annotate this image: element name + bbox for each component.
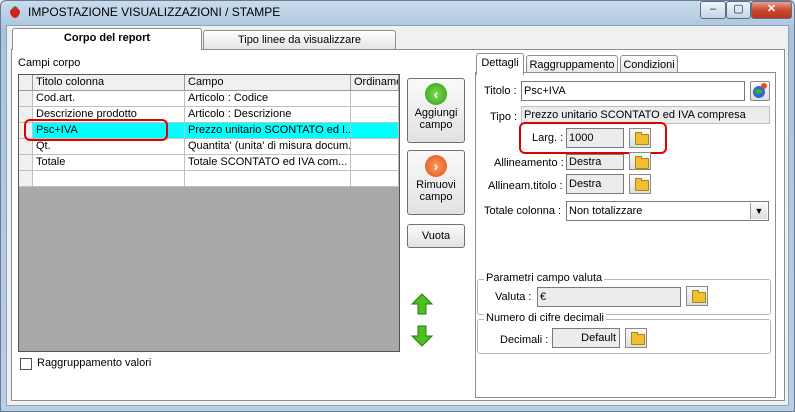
row-indicator-header [19, 75, 33, 91]
left-arrow-icon: ‹ [425, 83, 447, 105]
decimali-label: Decimali : [500, 334, 549, 346]
decimali-folder-button[interactable] [625, 328, 647, 348]
cell-campo[interactable]: Prezzo unitario SCONTATO ed I... [185, 123, 351, 139]
add-field-button[interactable]: ‹ Aggiungi campo [407, 78, 465, 143]
move-down-button[interactable] [410, 324, 434, 348]
cell-ordinamento[interactable] [351, 107, 399, 123]
folder-icon [635, 156, 649, 169]
allineam-titolo-input[interactable]: Destra [566, 174, 624, 194]
cell-ordinamento[interactable] [351, 155, 399, 171]
column-header-ordinamento[interactable]: Ordinamento [351, 75, 399, 91]
table-row[interactable]: Cod.art. Articolo : Codice [19, 91, 399, 107]
grid-header-row: Titolo colonna Campo Ordinamento [19, 75, 399, 91]
table-row-new[interactable] [19, 171, 399, 187]
tab-dettagli[interactable]: Dettagli [476, 53, 524, 75]
allineam-titolo-folder-button[interactable] [629, 174, 651, 194]
tab-tipo-linee[interactable]: Tipo linee da visualizzare [203, 30, 396, 50]
valuta-group-title: Parametri campo valuta [484, 272, 605, 284]
table-row[interactable]: Qt. Quantita' (unita' di misura docum... [19, 139, 399, 155]
down-arrow-icon [410, 325, 434, 347]
add-field-label: Aggiungi [414, 107, 458, 119]
allineamento-folder-button[interactable] [629, 152, 651, 170]
decimali-input[interactable]: Default [552, 328, 620, 348]
red-highlight-larg [519, 122, 667, 154]
remove-field-label-2: campo [419, 191, 453, 203]
close-icon: ✕ [766, 3, 777, 15]
cell-campo[interactable]: Articolo : Codice [185, 91, 351, 107]
decimali-group-title: Numero di cifre decimali [484, 312, 606, 324]
cell-ordinamento[interactable] [351, 171, 399, 187]
globe-icon [753, 83, 767, 98]
allineam-titolo-label: Allineam.titolo : [488, 180, 563, 192]
cell-campo[interactable]: Totale SCONTATO ed IVA com... [185, 155, 351, 171]
totale-colonna-value: Non totalizzare [569, 205, 643, 217]
cell-campo[interactable]: Articolo : Descrizione [185, 107, 351, 123]
move-up-button[interactable] [410, 292, 434, 316]
valuta-folder-button[interactable] [686, 286, 708, 306]
allineamento-input[interactable]: Destra [566, 154, 624, 170]
fields-grid[interactable]: Titolo colonna Campo Ordinamento Cod.art… [18, 74, 400, 352]
grouping-checkbox-label: Raggruppamento valori [37, 357, 152, 369]
totale-colonna-select[interactable]: Non totalizzare ▼ [566, 201, 769, 221]
cell-titolo[interactable]: Totale [33, 155, 185, 171]
minimize-button[interactable]: – [700, 1, 726, 19]
titolo-label: Titolo : [484, 85, 517, 97]
globe-button[interactable] [750, 81, 770, 101]
totale-colonna-label: Totale colonna : [484, 205, 562, 217]
red-highlight-row [24, 119, 168, 141]
remove-field-label: Rimuovi [416, 179, 456, 191]
cell-campo[interactable]: Quantita' (unita' di misura docum... [185, 139, 351, 155]
close-button[interactable]: ✕ [751, 1, 792, 19]
window-title: IMPOSTAZIONE VISUALIZZAZIONI / STAMPE [28, 5, 281, 19]
row-indicator[interactable] [19, 139, 33, 155]
remove-field-button[interactable]: › Rimuovi campo [407, 150, 465, 215]
cell-titolo[interactable]: Qt. [33, 139, 185, 155]
grouping-checkbox[interactable] [20, 358, 32, 370]
column-header-titolo[interactable]: Titolo colonna [33, 75, 185, 91]
cell-ordinamento[interactable] [351, 91, 399, 107]
maximize-button[interactable]: ▢ [726, 1, 751, 19]
cell-ordinamento[interactable] [351, 139, 399, 155]
maximize-icon: ▢ [733, 3, 744, 15]
cell-campo[interactable] [185, 171, 351, 187]
folder-icon [635, 178, 649, 191]
add-field-label-2: campo [419, 119, 453, 131]
valuta-input[interactable]: € [537, 287, 681, 307]
row-indicator[interactable] [19, 171, 33, 187]
table-row[interactable]: Totale Totale SCONTATO ed IVA com... [19, 155, 399, 171]
titolo-input[interactable]: Psc+IVA [521, 81, 745, 101]
tab-corpo-del-report[interactable]: Corpo del report [12, 28, 202, 50]
empty-button[interactable]: Vuota [407, 224, 465, 248]
minimize-icon: – [709, 3, 717, 15]
grid-caption: Campi corpo [18, 57, 81, 69]
allineamento-label: Allineamento : [494, 157, 564, 169]
chevron-down-icon[interactable]: ▼ [750, 203, 767, 219]
column-header-campo[interactable]: Campo [185, 75, 351, 91]
cell-titolo[interactable] [33, 171, 185, 187]
folder-icon [692, 290, 706, 303]
strawberry-app-icon [8, 5, 22, 19]
folder-icon [631, 332, 645, 345]
title-bar[interactable]: IMPOSTAZIONE VISUALIZZAZIONI / STAMPE – … [0, 0, 795, 24]
tipo-label: Tipo : [490, 111, 518, 123]
row-indicator[interactable] [19, 91, 33, 107]
cell-titolo[interactable]: Cod.art. [33, 91, 185, 107]
valuta-label: Valuta : [495, 291, 532, 303]
cell-ordinamento[interactable] [351, 123, 399, 139]
up-arrow-icon [410, 293, 434, 315]
right-arrow-icon: › [425, 155, 447, 177]
row-indicator[interactable] [19, 155, 33, 171]
